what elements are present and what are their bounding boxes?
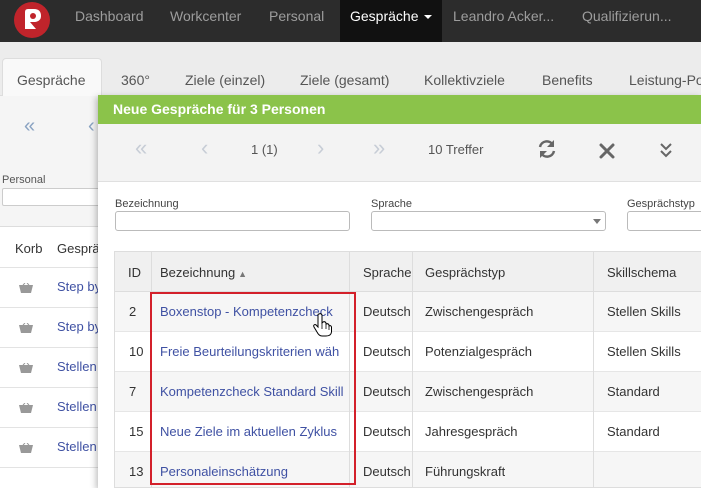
row-divider [0, 387, 110, 388]
tab-benefits[interactable]: Benefits [542, 72, 593, 92]
column-bezeichnung[interactable]: Bezeichnung ▲ [160, 265, 247, 280]
nav-personal[interactable]: Personal [269, 0, 324, 42]
column-divider [412, 252, 413, 487]
background-row-link[interactable]: Stellen [57, 399, 97, 414]
cell-gespraechstyp: Zwischengespräch [425, 304, 534, 319]
cell-gespraechstyp: Führungskraft [425, 464, 506, 479]
refresh-icon[interactable] [536, 138, 558, 160]
cell-id: 13 [129, 464, 144, 479]
row-divider [0, 467, 110, 468]
nav-qualifizierung[interactable]: Qualifizierun... [582, 0, 671, 42]
personal-filter-input[interactable] [2, 188, 102, 206]
cell-gespraechstyp: Jahresgespräch [425, 424, 518, 439]
sort-ascending-icon: ▲ [238, 269, 248, 279]
cell-sprache: Deutsch [363, 344, 411, 359]
hit-count: 10 Treffer [428, 142, 484, 157]
basket-icon[interactable] [19, 403, 33, 413]
tab-kollektivziele[interactable]: Kollektivziele [424, 72, 505, 92]
tab-gespraeche[interactable]: Gespräche [17, 72, 85, 92]
nav-gespraeche-label: Gespräche [350, 8, 419, 24]
sprache-filter-label: Sprache [371, 198, 412, 210]
page-info: 1 (1) [251, 142, 278, 157]
first-page-icon[interactable]: « [24, 115, 35, 138]
personal-filter-label: Personal [2, 174, 46, 186]
column-gespraechstyp[interactable]: Gesprächstyp [425, 265, 505, 280]
prev-page-icon[interactable]: ‹ [88, 115, 95, 138]
cell-gespraechstyp: Potenzialgespräch [425, 344, 532, 359]
tab-ziele-einzel[interactable]: Ziele (einzel) [185, 72, 265, 92]
tab-ziele-gesamt[interactable]: Ziele (gesamt) [300, 72, 389, 92]
hand-cursor-icon [313, 313, 332, 337]
cell-id: 15 [129, 424, 144, 439]
dialog-toolbar: « ‹ 1 (1) › » 10 Treffer [98, 124, 701, 182]
close-icon[interactable] [599, 143, 615, 159]
tab-leistung[interactable]: Leistung-Po [629, 72, 701, 92]
cell-skillschema: Standard [607, 384, 660, 399]
nav-workcenter[interactable]: Workcenter [170, 0, 241, 42]
top-navbar: Dashboard Workcenter Personal Gespräche … [0, 0, 701, 42]
gespraechstyp-filter-select[interactable] [627, 211, 701, 231]
column-bezeichnung-label: Bezeichnung [160, 265, 236, 280]
column-gespraech: Gesprä [57, 241, 100, 256]
cell-sprache: Deutsch [363, 424, 411, 439]
next-page-icon[interactable]: › [317, 135, 324, 161]
background-row-link[interactable]: Stellen [57, 359, 97, 374]
bezeichnung-filter-input[interactable] [115, 211, 350, 231]
cell-skillschema: Stellen Skills [607, 344, 681, 359]
row-divider [0, 427, 110, 428]
row-divider [0, 347, 110, 348]
collapse-icon[interactable] [659, 142, 673, 158]
basket-icon[interactable] [19, 363, 33, 373]
row-divider [0, 307, 110, 308]
prev-page-icon[interactable]: ‹ [201, 135, 208, 161]
gespraechstyp-filter-label: Gesprächstyp [627, 198, 695, 210]
basket-icon[interactable] [19, 323, 33, 333]
cell-gespraechstyp: Zwischengespräch [425, 384, 534, 399]
sprache-filter-select[interactable] [371, 211, 606, 231]
cell-id: 2 [129, 304, 137, 319]
cell-id: 7 [129, 384, 137, 399]
cell-id: 10 [129, 344, 144, 359]
column-divider [593, 252, 594, 487]
column-id[interactable]: ID [128, 265, 141, 280]
nav-gespraeche[interactable]: Gespräche [340, 0, 443, 42]
column-skillschema[interactable]: Skillschema [607, 265, 676, 280]
nav-dashboard[interactable]: Dashboard [75, 0, 144, 42]
row-divider [0, 267, 110, 268]
app-logo-icon[interactable] [14, 2, 50, 38]
cell-sprache: Deutsch [363, 384, 411, 399]
background-row-link[interactable]: Stellen [57, 439, 97, 454]
cell-sprache: Deutsch [363, 464, 411, 479]
basket-icon[interactable] [19, 443, 33, 453]
first-page-icon[interactable]: « [135, 135, 147, 161]
background-row-link[interactable]: Step by [57, 319, 101, 334]
cell-skillschema: Stellen Skills [607, 304, 681, 319]
cell-skillschema: Standard [607, 424, 660, 439]
last-page-icon[interactable]: » [373, 135, 385, 161]
background-row-link[interactable]: Step by [57, 279, 101, 294]
bezeichnung-filter-label: Bezeichnung [115, 198, 179, 210]
basket-icon[interactable] [19, 283, 33, 293]
column-sprache[interactable]: Sprache [363, 265, 411, 280]
chevron-down-icon [593, 219, 601, 224]
cell-sprache: Deutsch [363, 304, 411, 319]
column-korb: Korb [15, 241, 43, 256]
dialog-title: Neue Gespräche für 3 Personen [98, 95, 701, 124]
chevron-down-icon [424, 15, 433, 20]
nav-user[interactable]: Leandro Acker... [453, 0, 554, 42]
tab-360[interactable]: 360° [121, 72, 150, 92]
